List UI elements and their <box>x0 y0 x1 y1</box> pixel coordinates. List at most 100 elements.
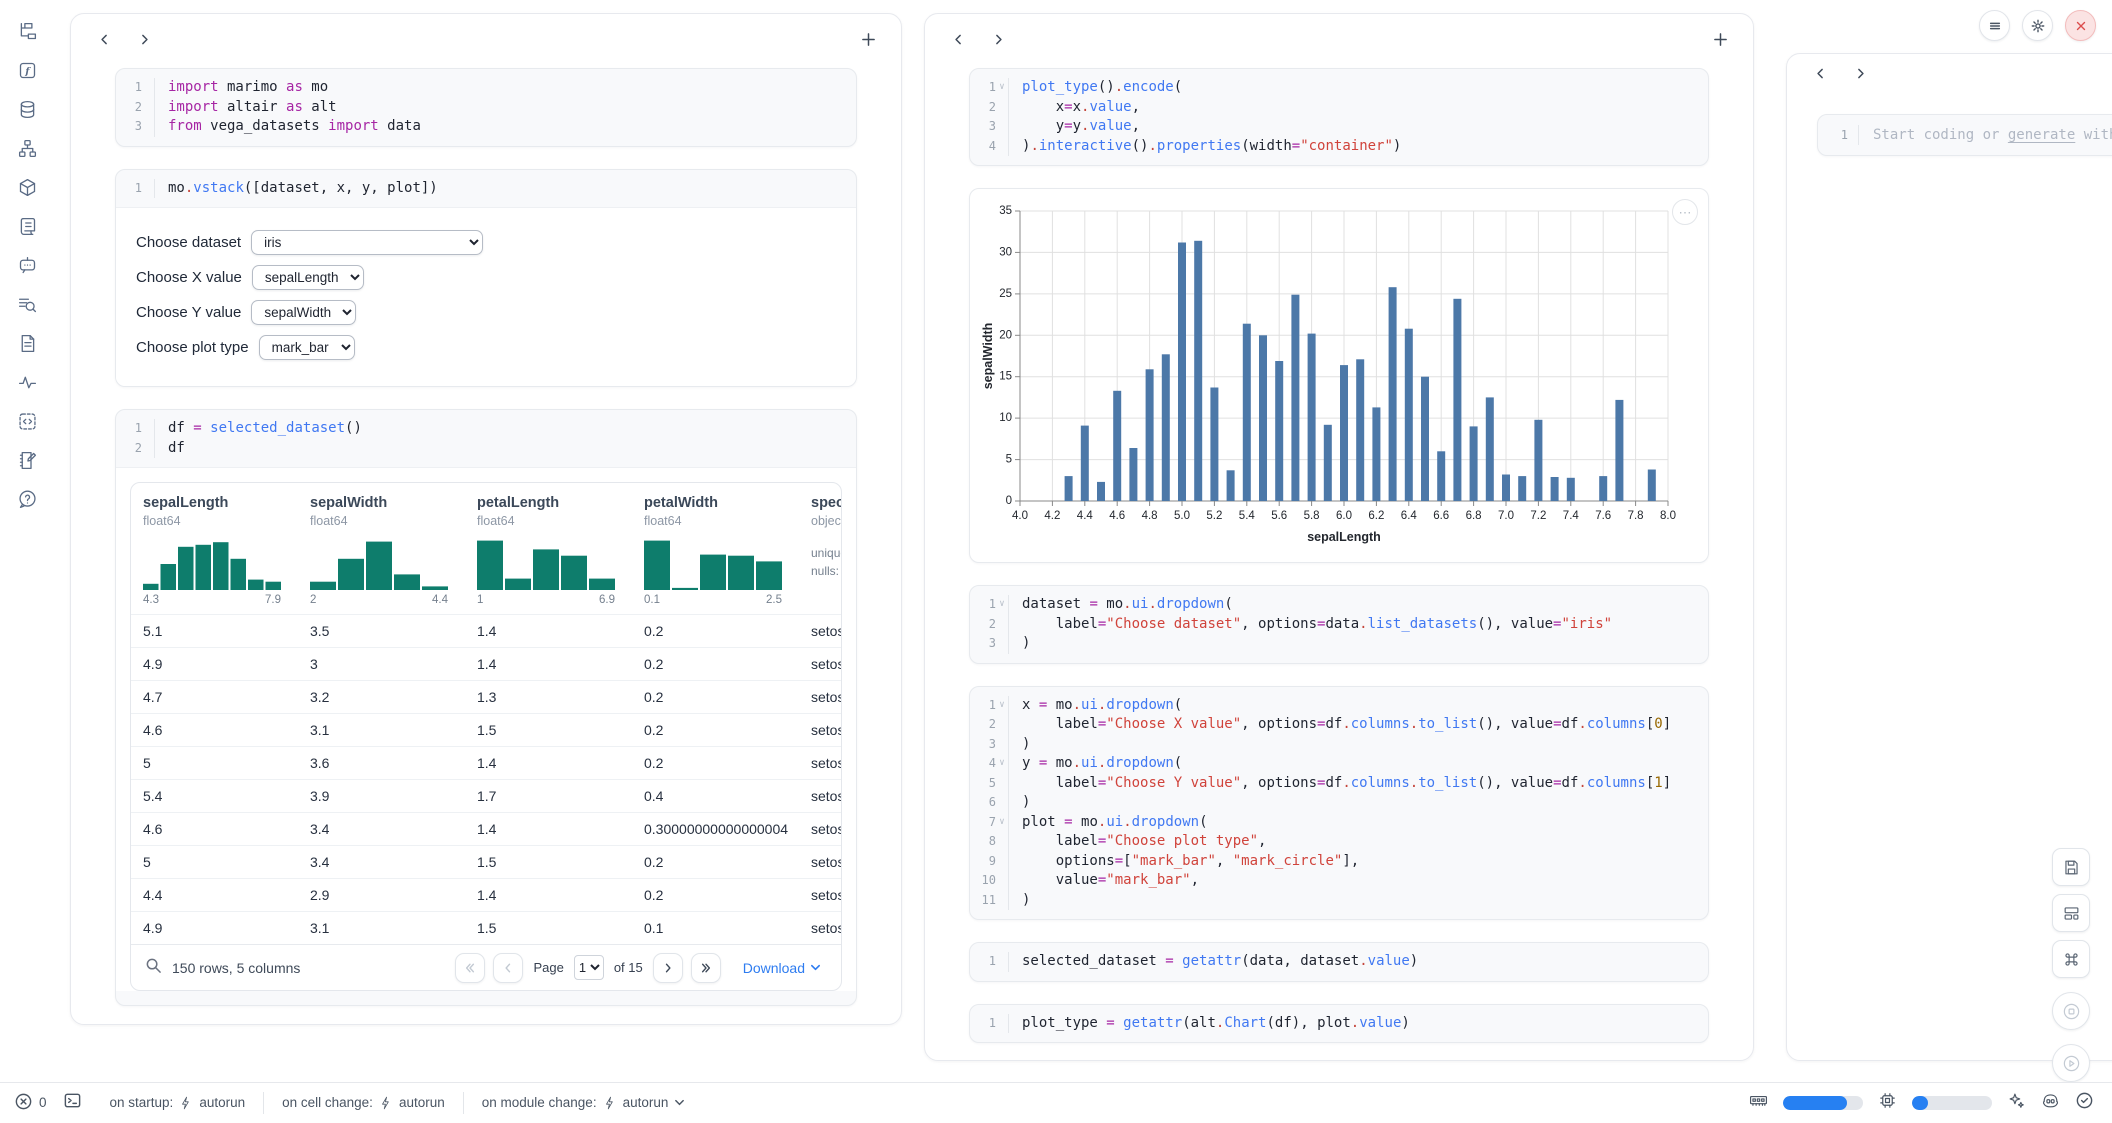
table-row[interactable]: 4.63.41.40.30000000000000004setosa <box>131 812 841 845</box>
table-row[interactable]: 53.41.50.2setosa <box>131 845 841 878</box>
search-icon[interactable] <box>145 957 162 979</box>
fold-gutter <box>996 852 1009 872</box>
table-row[interactable]: 4.73.21.30.2setosa <box>131 680 841 713</box>
save-icon[interactable] <box>2052 848 2090 886</box>
editor-placeholder[interactable]: Start coding or generate with <box>1858 125 2112 145</box>
table-row[interactable]: 4.63.11.50.2setosa <box>131 713 841 746</box>
code-editor[interactable]: 1∨x = mo.ui.dropdown(2 label="Choose X v… <box>970 687 1708 920</box>
sidebar-item-logs[interactable] <box>14 213 40 239</box>
fold-chevron-icon[interactable]: ∨ <box>996 78 1009 98</box>
column-histogram[interactable] <box>644 538 782 590</box>
cell-xy-plot-dropdowns[interactable]: 1∨x = mo.ui.dropdown(2 label="Choose X v… <box>969 686 1709 921</box>
menu-icon[interactable] <box>1979 10 2010 41</box>
fold-chevron-icon[interactable]: ∨ <box>996 813 1009 833</box>
altair-chart-output[interactable]: 4.04.24.44.64.85.05.25.45.65.86.06.26.46… <box>969 188 1709 563</box>
generate-link[interactable]: generate <box>2008 127 2075 143</box>
help-icon <box>17 489 38 510</box>
sidebar-item-help[interactable] <box>14 486 40 512</box>
sidebar-item-functions[interactable]: f <box>14 57 40 83</box>
terminal-icon[interactable] <box>63 1091 82 1115</box>
last-page-button[interactable] <box>691 953 721 983</box>
column-collapse-left-icon[interactable] <box>91 26 117 52</box>
cell-dataframe[interactable]: 1df = selected_dataset()2df sepalLengthf… <box>115 409 857 1006</box>
stop-icon[interactable] <box>2052 992 2090 1030</box>
settings-gear-icon[interactable] <box>2022 10 2053 41</box>
column-collapse-right-icon[interactable] <box>131 26 157 52</box>
column-collapse-right-icon[interactable] <box>985 26 1011 52</box>
sidebar-item-dependency-graph[interactable] <box>14 135 40 161</box>
column-histogram[interactable] <box>477 538 615 590</box>
run-all-icon[interactable] <box>2052 1044 2090 1082</box>
column-header-species[interactable]: speciesobjectunique:nulls: <box>799 495 841 606</box>
sidebar-item-tracing[interactable] <box>14 369 40 395</box>
fold-chevron-icon[interactable]: ∨ <box>996 696 1009 716</box>
first-page-button[interactable] <box>455 953 485 983</box>
cell-imports[interactable]: 1import marimo as mo2import altair as al… <box>115 68 857 147</box>
sidebar-item-snippets[interactable] <box>14 408 40 434</box>
prev-page-button[interactable] <box>493 953 523 983</box>
table-row[interactable]: 53.61.40.2setosa <box>131 746 841 779</box>
fold-chevron-icon[interactable]: ∨ <box>996 595 1009 615</box>
table-row[interactable]: 4.93.11.50.1setosa <box>131 911 841 944</box>
code-editor[interactable]: 1mo.vstack([dataset, x, y, plot]) <box>116 170 856 208</box>
cell-plot-encode[interactable]: 1∨plot_type().encode(2 x=x.value,3 y=y.v… <box>969 68 1709 166</box>
column-histogram[interactable] <box>143 538 281 590</box>
download-button[interactable]: Download <box>737 959 827 977</box>
code-editor[interactable]: 1df = selected_dataset()2df <box>116 410 856 467</box>
table-row[interactable]: 5.43.91.70.4setosa <box>131 779 841 812</box>
svg-text:25: 25 <box>999 288 1012 300</box>
column-header-sepalLength[interactable]: sepalLengthfloat644.37.9 <box>131 495 298 606</box>
choose-dataset-select[interactable]: iris <box>251 230 483 255</box>
next-page-button[interactable] <box>653 953 683 983</box>
lightning-bolt-icon <box>179 1096 193 1110</box>
fold-chevron-icon[interactable]: ∨ <box>996 754 1009 774</box>
column-header-petalLength[interactable]: petalLengthfloat6416.9 <box>465 495 632 606</box>
cell-dataset-dropdown[interactable]: 1∨dataset = mo.ui.dropdown(2 label="Choo… <box>969 585 1709 664</box>
layout-icon[interactable] <box>2052 894 2090 932</box>
column-header-sepalWidth[interactable]: sepalWidthfloat6424.4 <box>298 495 465 606</box>
code-editor[interactable]: 1∨plot_type().encode(2 x=x.value,3 y=y.v… <box>970 69 1708 165</box>
code-editor[interactable]: 1plot_type = getattr(alt.Chart(df), plot… <box>970 1005 1708 1043</box>
page-select[interactable]: 1 <box>574 955 604 980</box>
code-editor[interactable]: 1selected_dataset = getattr(data, datase… <box>970 943 1708 981</box>
close-icon[interactable] <box>2065 10 2096 41</box>
code-editor[interactable]: 1∨dataset = mo.ui.dropdown(2 label="Choo… <box>970 586 1708 663</box>
error-indicator[interactable]: 0 <box>14 1092 47 1114</box>
cell-plot-type[interactable]: 1plot_type = getattr(alt.Chart(df), plot… <box>969 1004 1709 1044</box>
sidebar-item-documentation[interactable] <box>14 330 40 356</box>
choose-plot-type-select[interactable]: mark_bar <box>259 335 355 360</box>
connection-status-icon[interactable] <box>2075 1091 2094 1115</box>
column-collapse-left-icon[interactable] <box>1807 60 1833 86</box>
sidebar-item-file-tree[interactable] <box>14 18 40 44</box>
sidebar-item-database[interactable] <box>14 96 40 122</box>
runtime-config-item[interactable]: on startup:autorun <box>92 1092 264 1114</box>
cell-vstack[interactable]: 1mo.vstack([dataset, x, y, plot]) Choose… <box>115 169 857 388</box>
column-histogram[interactable] <box>310 538 448 590</box>
altair-chart[interactable]: 4.04.24.44.64.85.05.25.45.65.86.06.26.46… <box>980 201 1702 558</box>
choose-y-value-select[interactable]: sepalWidth <box>251 300 356 325</box>
scratch-code-editor[interactable]: 1 Start coding or generate with <box>1817 114 2112 156</box>
table-row[interactable]: 5.13.51.40.2setosa <box>131 614 841 647</box>
sidebar-item-package[interactable] <box>14 174 40 200</box>
table-row[interactable]: 4.42.91.40.2setosa <box>131 878 841 911</box>
column-header-petalWidth[interactable]: petalWidthfloat640.12.5 <box>632 495 799 606</box>
column-collapse-left-icon[interactable] <box>945 26 971 52</box>
table-row[interactable]: 4.931.40.2setosa <box>131 647 841 680</box>
runtime-config-item[interactable]: on cell change:autorun <box>263 1092 463 1114</box>
runtime-config-item[interactable]: on module change:autorun <box>463 1092 704 1114</box>
column-collapse-right-icon[interactable] <box>1847 60 1873 86</box>
keyboard-shortcuts-icon[interactable] <box>2052 940 2090 978</box>
choose-x-value-select[interactable]: sepalLength <box>252 265 364 290</box>
ai-sparkles-icon[interactable] <box>2007 1091 2026 1115</box>
add-cell-button[interactable] <box>855 26 881 52</box>
chart-actions-icon[interactable]: ⋯ <box>1672 199 1698 225</box>
sidebar-item-scratchpad[interactable] <box>14 447 40 473</box>
copilot-icon[interactable] <box>2041 1091 2060 1115</box>
add-cell-button[interactable] <box>1707 26 1733 52</box>
sidebar-item-chat[interactable] <box>14 252 40 278</box>
cell-selected-dataset[interactable]: 1selected_dataset = getattr(data, datase… <box>969 942 1709 982</box>
table-cell: 4.9 <box>131 920 298 936</box>
sidebar-item-find[interactable] <box>14 291 40 317</box>
logs-icon <box>17 216 38 237</box>
code-editor[interactable]: 1import marimo as mo2import altair as al… <box>116 69 856 146</box>
